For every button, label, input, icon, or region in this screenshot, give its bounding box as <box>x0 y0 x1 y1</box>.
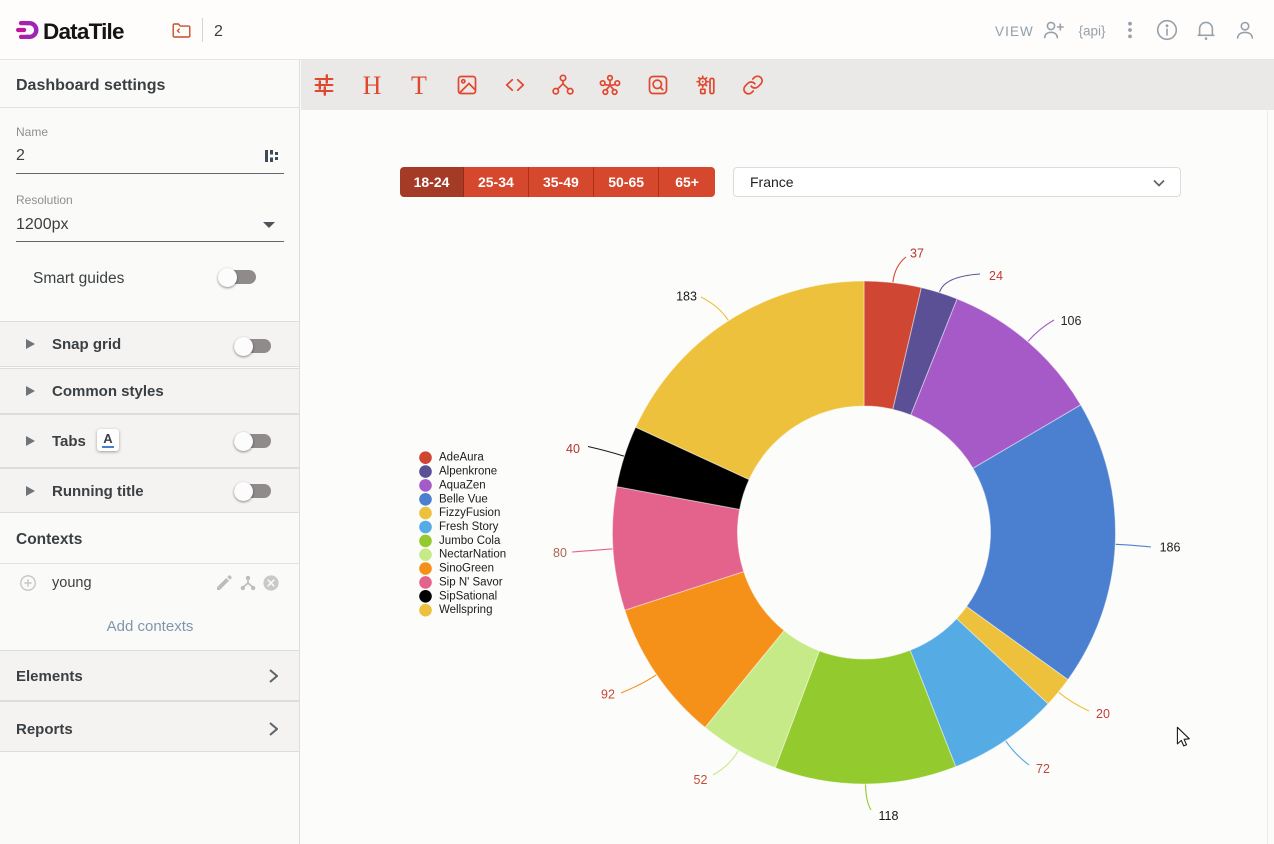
svg-text:Sip N' Savor: Sip N' Savor <box>439 576 503 588</box>
svg-text:FizzyFusion: FizzyFusion <box>439 507 500 519</box>
svg-text:72: 72 <box>1036 762 1050 776</box>
svg-text:SinoGreen: SinoGreen <box>439 563 494 575</box>
svg-text:183: 183 <box>676 290 697 304</box>
svg-text:118: 118 <box>879 809 899 823</box>
svg-text:106: 106 <box>1061 314 1082 328</box>
svg-text:NectarNation: NectarNation <box>439 549 506 561</box>
svg-text:Jumbo Cola: Jumbo Cola <box>439 535 501 547</box>
svg-text:{api}: {api} <box>1078 24 1106 39</box>
svg-text:52: 52 <box>694 773 708 787</box>
svg-text:Alpenkrone: Alpenkrone <box>439 466 497 478</box>
svg-text:20: 20 <box>1096 707 1110 721</box>
svg-text:AdeAura: AdeAura <box>439 452 484 464</box>
svg-text:37: 37 <box>910 247 924 261</box>
svg-text:SipSational: SipSational <box>439 590 497 602</box>
svg-text:186: 186 <box>1160 541 1181 555</box>
svg-text:AquaZen: AquaZen <box>439 479 486 491</box>
svg-text:Fresh Story: Fresh Story <box>439 521 499 533</box>
svg-text:80: 80 <box>553 546 567 560</box>
svg-text:T: T <box>411 73 427 97</box>
svg-text:Wellspring: Wellspring <box>439 604 492 616</box>
svg-text:40: 40 <box>566 442 580 456</box>
svg-text:Belle Vue: Belle Vue <box>439 493 488 505</box>
svg-text:H: H <box>363 73 382 97</box>
svg-text:24: 24 <box>989 269 1003 283</box>
svg-text:92: 92 <box>601 688 615 702</box>
